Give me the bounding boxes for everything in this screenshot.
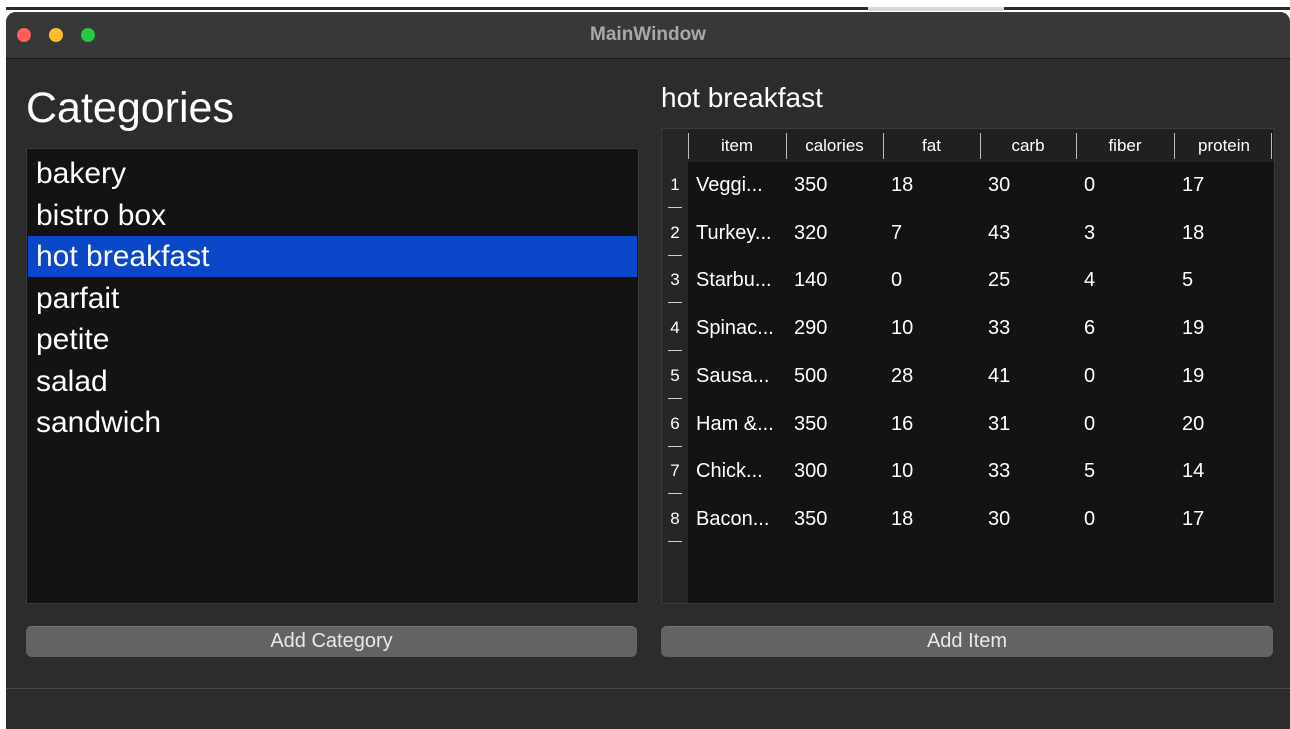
table-cell[interactable]: 10 [891, 316, 971, 340]
row-header: 1 2 3 4 5 6 7 8 [662, 129, 688, 603]
column-header-calories[interactable]: calories [786, 129, 883, 162]
table-cell[interactable]: 350 [794, 412, 874, 436]
row-separator [668, 445, 682, 447]
table-cell[interactable]: Spinac... [696, 316, 788, 340]
row-number[interactable]: 4 [662, 318, 688, 338]
column-header-fat[interactable]: fat [883, 129, 980, 162]
table-cell[interactable]: Veggi... [696, 173, 788, 197]
table-cell[interactable]: 5 [1182, 268, 1262, 292]
table-cell[interactable]: Sausa... [696, 364, 788, 388]
category-list[interactable]: bakery bistro box hot breakfast parfait peti… [26, 148, 639, 604]
add-category-button[interactable]: Add Category [26, 626, 637, 657]
table-cell[interactable]: 33 [988, 316, 1068, 340]
table-cell[interactable]: 14 [1182, 459, 1262, 483]
column-separator [1271, 133, 1272, 159]
table-cell[interactable]: Starbu... [696, 268, 788, 292]
category-item[interactable]: parfait [28, 278, 637, 319]
row-number[interactable]: 7 [662, 461, 688, 481]
row-number[interactable]: 1 [662, 175, 688, 195]
table-cell[interactable]: 18 [1182, 221, 1262, 245]
table-cell[interactable]: 0 [1084, 173, 1164, 197]
column-separator [980, 133, 981, 159]
status-bar [6, 688, 1290, 729]
add-item-button[interactable]: Add Item [661, 626, 1273, 657]
table-cell[interactable]: 4 [1084, 268, 1164, 292]
title-bar[interactable]: MainWindow [6, 12, 1290, 59]
category-item[interactable]: bistro box [28, 195, 637, 236]
table-cell[interactable]: 31 [988, 412, 1068, 436]
row-separator [668, 302, 682, 304]
column-separator [688, 133, 689, 159]
window-title: MainWindow [590, 24, 706, 45]
table-cell[interactable]: 500 [794, 364, 874, 388]
column-header-fiber[interactable]: fiber [1076, 129, 1174, 162]
table-cell[interactable]: 25 [988, 268, 1068, 292]
category-item[interactable]: salad [28, 361, 637, 402]
table-cell[interactable]: 0 [1084, 507, 1164, 531]
row-separator [668, 350, 682, 352]
table-cell[interactable]: Turkey... [696, 221, 788, 245]
table-cell[interactable]: 20 [1182, 412, 1262, 436]
background-tab [868, 7, 1004, 11]
table-cell[interactable]: 6 [1084, 316, 1164, 340]
row-number[interactable]: 3 [662, 270, 688, 290]
table-cell[interactable]: 320 [794, 221, 874, 245]
row-number[interactable]: 6 [662, 414, 688, 434]
table-cell[interactable]: 16 [891, 412, 971, 436]
table-cell[interactable]: 5 [1084, 459, 1164, 483]
table-cell[interactable]: 19 [1182, 316, 1262, 340]
table-cell[interactable]: 0 [1084, 364, 1164, 388]
table-cell[interactable]: 140 [794, 268, 874, 292]
table-cell[interactable]: 350 [794, 173, 874, 197]
table-cell[interactable]: 33 [988, 459, 1068, 483]
table-cell[interactable]: 17 [1182, 507, 1262, 531]
table-cell[interactable]: 17 [1182, 173, 1262, 197]
row-number[interactable]: 2 [662, 223, 688, 243]
table-cell[interactable]: 300 [794, 459, 874, 483]
table-cell[interactable]: 43 [988, 221, 1068, 245]
table-cell[interactable]: 0 [1084, 412, 1164, 436]
category-item[interactable]: petite [28, 319, 637, 360]
table-cell[interactable]: 30 [988, 507, 1068, 531]
row-separator [668, 540, 682, 542]
column-header-carb[interactable]: carb [980, 129, 1076, 162]
row-number[interactable]: 8 [662, 509, 688, 529]
category-item[interactable]: bakery [28, 153, 637, 194]
column-separator [786, 133, 787, 159]
table-cell[interactable]: 10 [891, 459, 971, 483]
row-separator [668, 493, 682, 495]
row-separator [668, 207, 682, 208]
table-cell[interactable]: 18 [891, 173, 971, 197]
table-cell[interactable]: Ham &... [696, 412, 788, 436]
table-heading: hot breakfast [661, 82, 823, 113]
table-cell[interactable]: 290 [794, 316, 874, 340]
table-cell[interactable]: 41 [988, 364, 1068, 388]
table-cell[interactable]: 19 [1182, 364, 1262, 388]
table-cell[interactable]: 350 [794, 507, 874, 531]
column-separator [1076, 133, 1077, 159]
background-window-edge [6, 7, 1290, 10]
column-header-item[interactable]: item [688, 129, 786, 162]
categories-heading: Categories [26, 84, 234, 132]
table-cell[interactable]: 18 [891, 507, 971, 531]
row-number[interactable]: 5 [662, 366, 688, 386]
table-cell[interactable]: 3 [1084, 221, 1164, 245]
table-cell[interactable]: 28 [891, 364, 971, 388]
row-separator [668, 397, 682, 399]
desktop-top-strip [0, 0, 1290, 11]
column-separator [1174, 133, 1175, 159]
column-header: item calories fat carb fiber protein [688, 129, 1274, 162]
table-cell[interactable]: 30 [988, 173, 1068, 197]
table-cell[interactable]: Chick... [696, 459, 788, 483]
table-cell[interactable]: Bacon... [696, 507, 788, 531]
column-separator [883, 133, 884, 159]
main-window: MainWindow Categories bakery bistro box ho… [6, 12, 1290, 729]
row-separator [668, 254, 682, 256]
column-header-protein[interactable]: protein [1174, 129, 1274, 162]
category-item[interactable]: hot breakfast [28, 236, 637, 277]
table-cell[interactable]: 0 [891, 268, 971, 292]
table-cell[interactable]: 7 [891, 221, 971, 245]
items-table[interactable]: 12345678 item calories fat carb fiber protein… [661, 128, 1275, 604]
category-item[interactable]: sandwich [28, 402, 637, 443]
